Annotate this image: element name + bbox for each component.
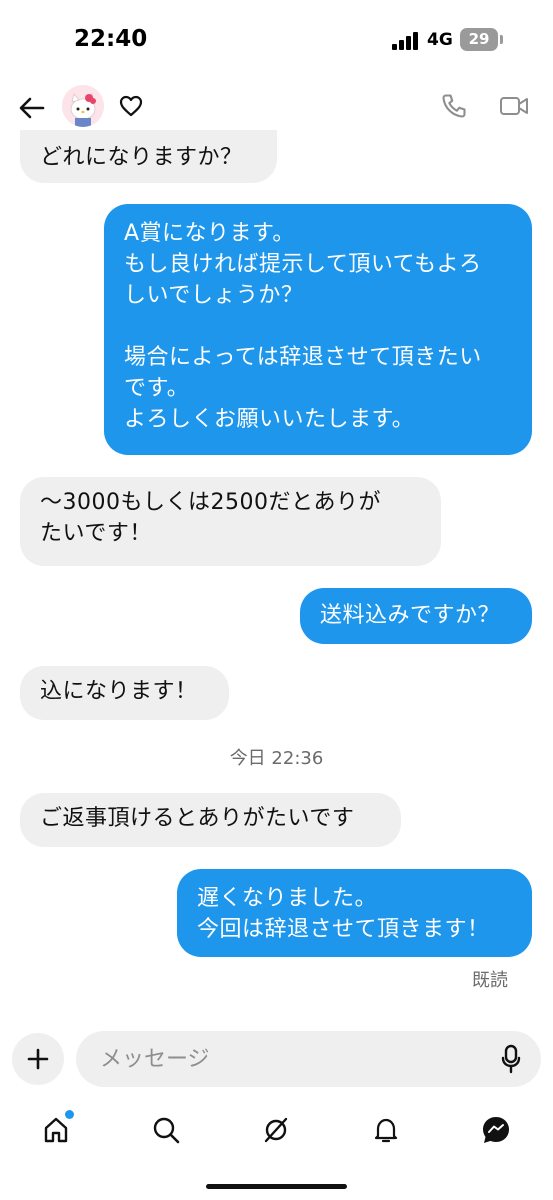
timestamp: 今日 22:36 — [229, 748, 324, 769]
heart-icon[interactable] — [115, 90, 147, 122]
home-indicator — [206, 1184, 347, 1189]
hello-kitty-avatar-icon — [62, 85, 104, 127]
back-arrow-icon[interactable] — [12, 88, 52, 128]
microphone-icon[interactable] — [495, 1043, 527, 1075]
battery-cap — [500, 35, 503, 44]
message-bubble-incoming[interactable]: どれになりますか？ — [20, 130, 277, 183]
read-receipt: 既読 — [472, 970, 508, 991]
message-input[interactable] — [100, 1031, 480, 1087]
notification-dot — [65, 1110, 74, 1119]
bottom-nav — [0, 1100, 553, 1160]
battery-icon: 29 — [460, 28, 498, 51]
message-bubble-incoming[interactable]: ご返事頂けるとありがたいです — [20, 793, 401, 847]
bell-icon[interactable] — [364, 1108, 408, 1152]
explore-icon[interactable] — [254, 1108, 298, 1152]
message-bubble-incoming[interactable]: 込になります！ — [20, 666, 229, 720]
status-time: 22:40 — [74, 26, 148, 52]
signal-icon — [392, 32, 420, 50]
message-composer — [76, 1031, 541, 1087]
phone-icon[interactable] — [436, 88, 472, 124]
message-bubble-outgoing[interactable]: A賞になります。 もし良ければ提示して頂いてもよろ しいでしょうか？ 場合によっ… — [104, 204, 532, 455]
search-icon[interactable] — [144, 1108, 188, 1152]
video-camera-icon[interactable] — [494, 88, 534, 124]
message-bubble-outgoing[interactable]: 遅くなりました。 今回は辞退させて頂きます！ — [177, 869, 532, 957]
message-bubble-outgoing[interactable]: 送料込みですか？ — [300, 588, 532, 644]
message-bubble-incoming[interactable]: 〜3000もしくは2500だとありが たいです！ — [20, 477, 441, 566]
chat-header — [0, 84, 553, 132]
status-bar: 22:40 4G 29 — [0, 0, 553, 84]
home-icon[interactable] — [34, 1108, 78, 1152]
messages-icon[interactable] — [474, 1108, 518, 1152]
battery-level: 29 — [468, 30, 490, 48]
plus-icon[interactable] — [12, 1033, 64, 1085]
network-label: 4G — [427, 30, 453, 50]
avatar[interactable] — [62, 85, 104, 127]
